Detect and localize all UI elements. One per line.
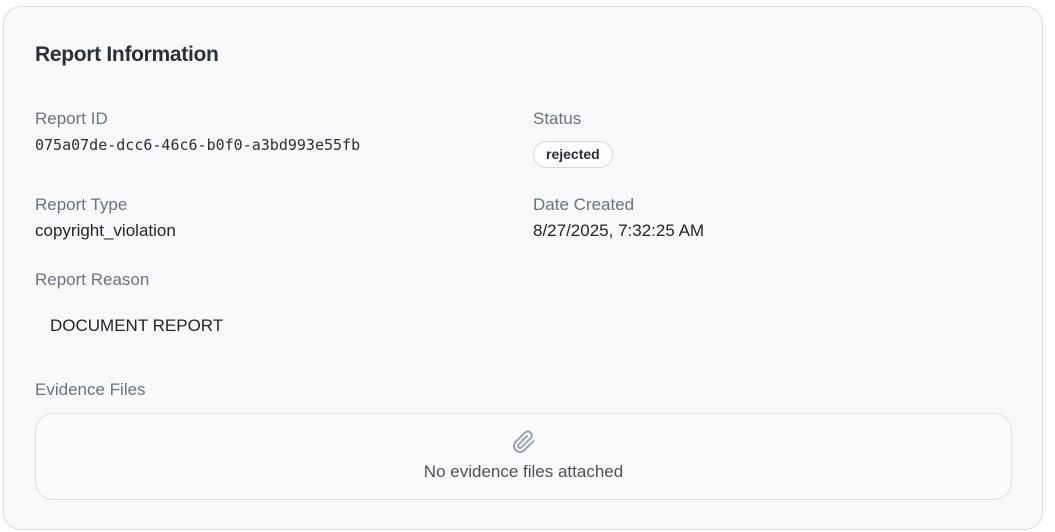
date-created-value: 8/27/2025, 7:32:25 AM bbox=[533, 221, 705, 240]
report-id-label: Report ID bbox=[35, 109, 108, 128]
report-id-value: 075a07de-dcc6-46c6-b0f0-a3bd993e55fb bbox=[35, 136, 361, 154]
card-title: Report Information bbox=[35, 43, 219, 66]
report-reason-label: Report Reason bbox=[35, 270, 150, 289]
date-created-label: Date Created bbox=[533, 195, 635, 214]
report-type-value: copyright_violation bbox=[35, 221, 176, 240]
report-information-card: Report Information Report ID 075a07de-dc… bbox=[3, 6, 1043, 530]
report-reason-value: DOCUMENT REPORT bbox=[50, 316, 224, 335]
paperclip-icon bbox=[512, 430, 536, 454]
status-label: Status bbox=[533, 109, 582, 128]
status-badge: rejected bbox=[533, 141, 613, 168]
report-type-label: Report Type bbox=[35, 195, 128, 214]
evidence-files-empty-state: No evidence files attached bbox=[35, 413, 1012, 500]
evidence-files-label: Evidence Files bbox=[35, 380, 146, 399]
empty-state-message: No evidence files attached bbox=[423, 462, 624, 481]
